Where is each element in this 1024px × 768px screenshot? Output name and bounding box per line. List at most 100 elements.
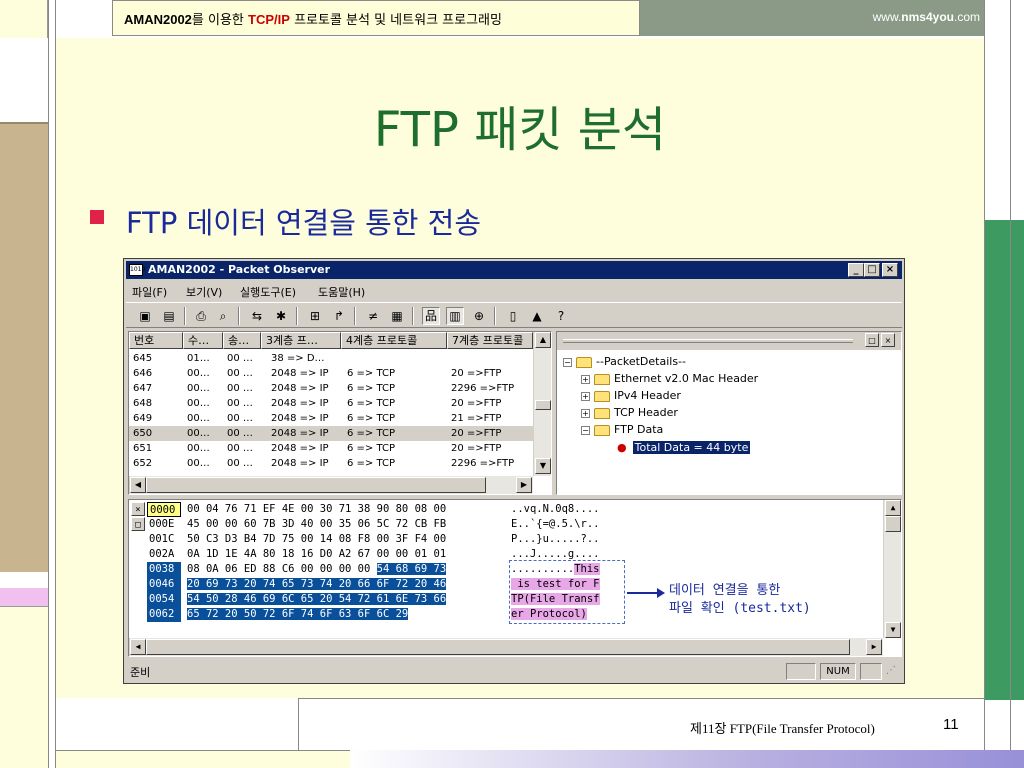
minimize-button[interactable]: _ [848,263,864,277]
hex-bytes-highlighted: 65 72 20 50 72 6F 74 6F 63 6F 6C 29 [187,608,409,620]
annotation-arrow [627,592,661,594]
cell-layer7: 21 =>FTP [451,413,502,424]
hex-bytes[interactable]: 45 00 00 60 7B 3D 40 00 35 06 5C 72 CB F… [187,517,446,532]
scroll-thumb[interactable] [535,400,551,410]
pane-close-icon[interactable]: × [131,502,145,516]
print-preview-icon[interactable]: ⌕ [214,307,232,325]
protocol-icon[interactable]: ≠ [364,307,382,325]
copy-icon[interactable]: ▯ [504,307,522,325]
tree-node-ipv4[interactable]: + IPv4 Header [581,388,681,404]
scroll-up-icon[interactable]: ▲ [885,500,901,516]
graph-icon[interactable]: ▣ [136,307,154,325]
hex-bytes[interactable]: 00 04 76 71 EF 4E 00 30 71 38 90 80 08 0… [187,502,446,517]
packet-row[interactable]: 651 00… 00 … 2048 => IP 6 => TCP 20 =>FT… [129,441,533,456]
hex-bytes[interactable]: 0A 1D 1E 4A 80 18 16 D0 A2 67 00 00 01 0… [187,547,446,562]
hex-bytes[interactable]: 65 72 20 50 72 6F 74 6F 63 6F 6C 29 [187,607,409,622]
binary-icon[interactable]: ▤ [160,307,178,325]
annotation-line: 데이터 연결을 통한 [669,583,781,598]
tree-node-ethernet[interactable]: + Ethernet v2.0 Mac Header [581,371,758,387]
pane-close-icon[interactable]: × [881,333,895,347]
column-header-sender[interactable]: 송… [223,332,261,349]
column-header-receiver[interactable]: 수… [183,332,223,349]
tree-node-ftp-data[interactable]: − FTP Data [581,422,663,438]
packet-row[interactable]: 648 00… 00 … 2048 => IP 6 => TCP 20 =>FT… [129,396,533,411]
url-prefix: www. [872,10,902,24]
scroll-thumb[interactable] [146,639,850,655]
hex-bytes[interactable]: 54 50 28 46 69 6C 65 20 54 72 61 6E 73 6… [187,592,447,607]
cell-number: 646 [133,368,153,379]
scroll-left-icon[interactable]: ◀ [130,639,146,655]
capture-icon[interactable]: ⇆ [248,307,266,325]
help-icon[interactable]: ? [552,307,570,325]
list-horizontal-scrollbar[interactable]: ◀ ▶ [129,476,533,494]
list-vertical-scrollbar[interactable]: ▲ ▼ [533,332,551,476]
hex-bytes[interactable]: 50 C3 D3 B4 7D 75 00 14 08 F8 00 3F F4 0… [187,532,446,547]
cell-number: 650 [133,428,153,439]
tree-label: --PacketDetails-- [596,355,686,368]
color-icon[interactable]: ▦ [388,307,406,325]
scroll-up-icon[interactable]: ▲ [535,332,551,348]
grip-bar [563,339,853,343]
menu-tools[interactable]: 실행도구(E) [240,284,296,300]
packet-row-selected[interactable]: 650 00… 00 … 2048 => IP 6 => TCP 20 =>FT… [129,426,533,441]
toolbar-separator [184,307,186,325]
packet-row[interactable]: 649 00… 00 … 2048 => IP 6 => TCP 21 =>FT… [129,411,533,426]
scroll-left-icon[interactable]: ◀ [130,477,146,493]
collapse-icon[interactable]: − [563,357,572,367]
ascii-text[interactable]: E..`{=@.5.\r.. [511,517,600,532]
close-button[interactable]: × [882,263,898,277]
ascii-text[interactable]: ..vq.N.0q8.... [511,502,600,517]
scroll-right-icon[interactable]: ▶ [866,639,882,655]
cell-sender: 00 … [227,458,253,469]
scroll-thumb[interactable] [146,477,486,493]
zoom-icon[interactable]: ⊕ [470,307,488,325]
hex-horizontal-scrollbar[interactable]: ◀ ▶ [129,638,883,656]
goto-icon[interactable]: ↱ [330,307,348,325]
packet-row[interactable]: 645 01… 00 … 38 => D… [129,351,533,366]
resize-grip-icon[interactable]: ⋰ [886,665,896,676]
column-header-layer7[interactable]: 7계층 프로토콜 [447,332,533,349]
ascii-text[interactable]: P...}u.....?.. [511,532,600,547]
column-header-number[interactable]: 번호 [129,332,183,349]
menu-help[interactable]: 도움말(H) [318,284,365,300]
cell-sender: 00 … [227,353,253,364]
right-stripe [984,220,1024,700]
menu-view[interactable]: 보기(V) [186,284,222,300]
pane-restore-icon[interactable]: □ [131,517,145,531]
scroll-down-icon[interactable]: ▼ [535,458,551,474]
column-header-layer3[interactable]: 3계층 프… [261,332,341,349]
tree-view-icon[interactable]: 品 [422,307,440,325]
print-icon[interactable]: ⎙ [192,307,210,325]
tree-node-tcp[interactable]: + TCP Header [581,405,678,421]
pane-restore-icon[interactable]: □ [865,333,879,347]
scroll-right-icon[interactable]: ▶ [516,477,532,493]
hex-bytes[interactable]: 08 0A 06 ED 88 C6 00 00 00 00 54 68 69 7… [187,562,447,577]
cell-receiver: 00… [187,443,210,454]
collapse-icon[interactable]: − [581,425,590,435]
column-header-layer4[interactable]: 4계층 프로토콜 [341,332,447,349]
window-titlebar[interactable]: 1010 AMAN2002 - Packet Observer _ □ × [126,261,902,279]
scroll-thumb[interactable] [885,516,901,532]
expand-icon[interactable]: + [581,408,590,418]
expand-icon[interactable]: + [581,391,590,401]
tree-node-total-data[interactable]: ● Total Data = 44 byte [617,440,751,456]
scroll-down-icon[interactable]: ▼ [885,622,901,638]
hex-view-icon[interactable]: ▥ [446,307,464,325]
hex-vertical-scrollbar[interactable]: ▲ ▼ [883,500,901,638]
expand-icon[interactable]: + [581,374,590,384]
hex-bytes-highlighted: 54 68 69 73 [376,563,447,575]
left-stripe [0,0,48,38]
packet-row[interactable]: 646 00… 00 … 2048 => IP 6 => TCP 20 =>FT… [129,366,533,381]
bookmark-icon[interactable]: ▲ [528,307,546,325]
tree-node-root[interactable]: − --PacketDetails-- [563,354,686,370]
cell-layer3: 2048 => IP [271,428,329,439]
maximize-button[interactable]: □ [864,263,880,277]
cell-number: 651 [133,443,153,454]
hex-bytes[interactable]: 20 69 73 20 74 65 73 74 20 66 6F 72 20 4… [187,577,447,592]
cell-number: 647 [133,383,153,394]
find-icon[interactable]: ⊞ [306,307,324,325]
packet-row[interactable]: 647 00… 00 … 2048 => IP 6 => TCP 2296 =>… [129,381,533,396]
packet-row[interactable]: 652 00… 00 … 2048 => IP 6 => TCP 2296 =>… [129,456,533,471]
menu-file[interactable]: 파일(F) [132,284,167,300]
filter-icon[interactable]: ✱ [272,307,290,325]
